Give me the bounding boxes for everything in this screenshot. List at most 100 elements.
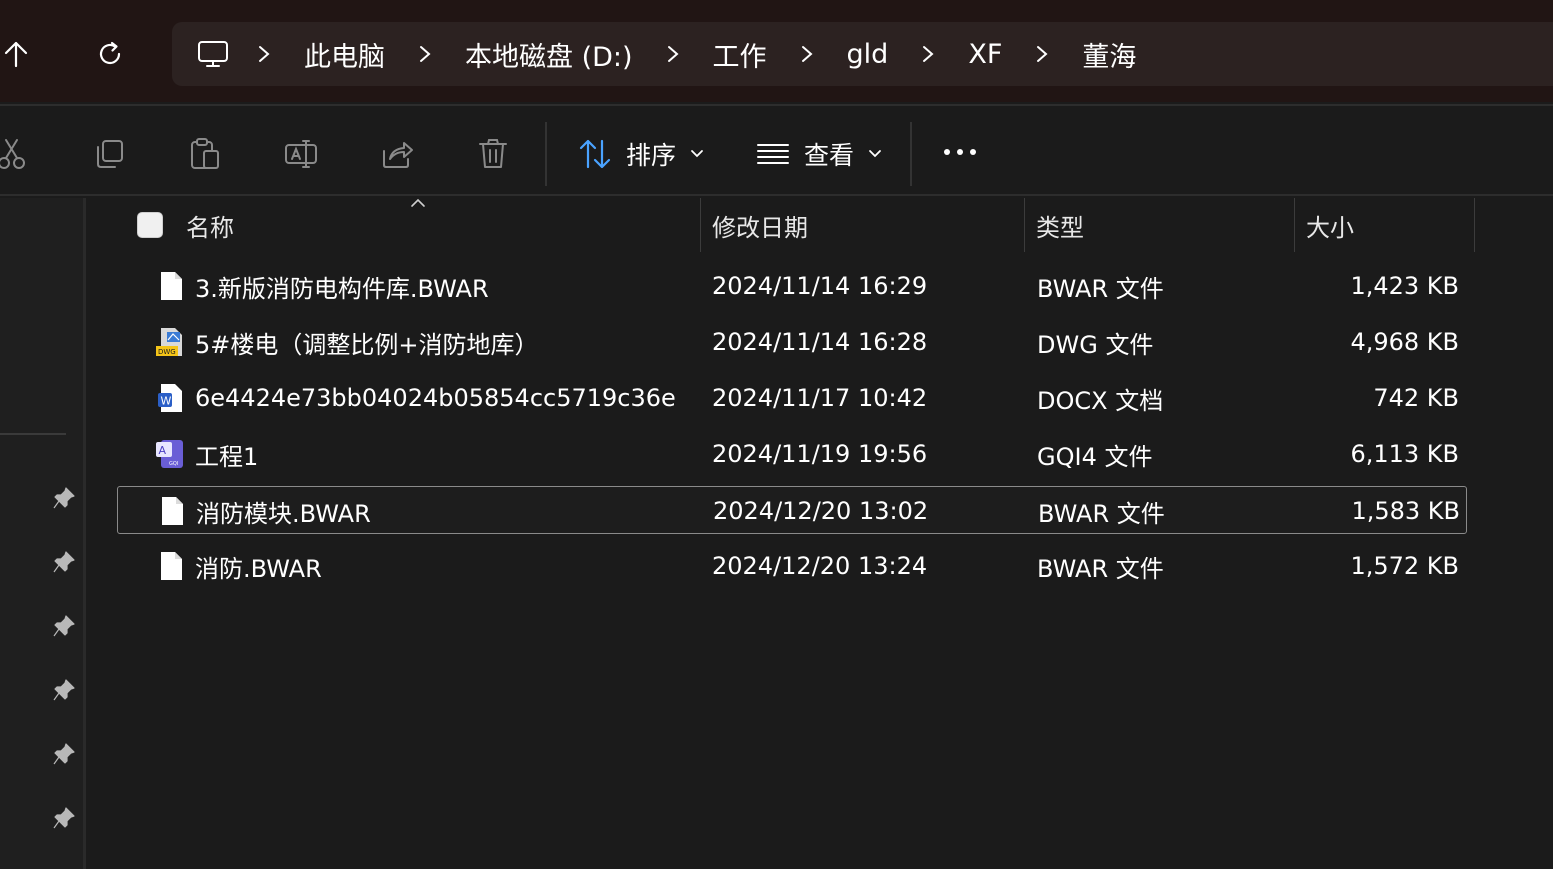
file-type: BWAR 文件 [1038,499,1165,528]
refresh-button[interactable] [86,30,134,78]
file-row[interactable]: 3.新版消防电构件库.BWAR 2024/11/14 16:29 BWAR 文件 1,… [117,262,1467,310]
file-modified: 2024/11/17 10:42 [712,384,928,412]
select-all-checkbox[interactable] [137,212,163,238]
view-label: 查看 [804,141,855,170]
file-type: BWAR 文件 [1037,274,1164,303]
sort-button[interactable]: 排序 [578,134,704,174]
toolbar-separator [910,122,912,186]
pin-icon[interactable] [50,548,78,576]
column-modified[interactable]: 修改日期 [712,198,808,252]
file-type: GQI4 文件 [1037,442,1153,471]
svg-text:DWG: DWG [158,348,176,356]
blank-file-icon [155,270,187,302]
file-modified: 2024/11/14 16:28 [712,328,928,356]
navigation-pane[interactable] [0,198,86,869]
file-row[interactable]: DWG 5#楼电（调整比例+消防地库） 2024/11/14 16:28 DWG 文件… [117,318,1467,366]
chevron-right-icon[interactable] [663,44,683,64]
delete-button[interactable] [475,136,511,172]
file-row[interactable]: 消防模块.BWAR 2024/12/20 13:02 BWAR 文件 1,583 KB [117,486,1467,534]
file-name: 5#楼电（调整比例+消防地库） [195,330,539,359]
file-name: 消防模块.BWAR [196,499,371,528]
file-row[interactable]: A GQI 工程1 2024/11/19 19:56 GQI4 文件 6,113 KB [117,430,1467,478]
navigation-bar: 此电脑 本地磁盘 (D:) 工作 gld XF 董海 [0,0,1553,102]
more-dot-icon [970,149,976,155]
pin-icon[interactable] [50,740,78,768]
pin-icon[interactable] [50,484,78,512]
toolbar-separator [545,122,547,186]
rename-button[interactable] [283,136,319,172]
file-modified: 2024/11/19 19:56 [712,440,928,468]
trash-icon [479,139,507,168]
breadcrumb-xf[interactable]: XF [962,39,1008,70]
blank-file-icon [155,550,187,582]
column-type[interactable]: 类型 [1036,198,1084,252]
column-divider[interactable] [1294,198,1295,252]
column-divider[interactable] [700,198,701,252]
file-type: BWAR 文件 [1037,554,1164,583]
up-button[interactable] [0,30,40,78]
file-modified: 2024/12/20 13:24 [712,552,928,580]
file-size: 742 KB [1373,384,1459,412]
breadcrumb-gld[interactable]: gld [841,39,895,70]
column-divider[interactable] [1024,198,1025,252]
file-name: 6e4424e73bb04024b05854cc5719c36e [195,384,676,412]
command-bar: 排序 查看 [0,104,1553,196]
chevron-down-icon [691,150,703,158]
file-size: 4,968 KB [1350,328,1459,356]
scissors-icon [0,139,25,169]
file-row[interactable]: 消防.BWAR 2024/12/20 13:24 BWAR 文件 1,572 KB [117,542,1467,590]
sort-ascending-icon [411,198,425,207]
pin-icon[interactable] [50,612,78,640]
file-modified: 2024/12/20 13:02 [713,497,929,525]
more-options-button[interactable] [940,138,980,166]
clipboard-icon [191,138,219,169]
gqi-file-icon: A GQI [155,438,187,470]
column-size[interactable]: 大小 [1306,198,1354,252]
file-size: 1,423 KB [1350,272,1459,300]
cut-button[interactable] [0,136,32,172]
chevron-right-icon[interactable] [254,44,274,64]
file-size: 1,583 KB [1351,497,1460,525]
pin-icon[interactable] [50,804,78,832]
refresh-icon [99,41,121,65]
rename-icon [285,140,317,168]
column-divider[interactable] [1474,198,1475,252]
chevron-right-icon[interactable] [415,44,435,64]
breadcrumb-this-pc[interactable]: 此电脑 [298,35,391,74]
file-row[interactable]: W 6e4424e73bb04024b05854cc5719c36e 2024/11… [117,374,1467,422]
share-button[interactable] [379,136,415,172]
copy-button[interactable] [91,136,127,172]
chevron-down-icon [869,150,881,158]
chevron-right-icon[interactable] [918,44,938,64]
copy-icon [97,140,123,168]
address-bar[interactable]: 此电脑 本地磁盘 (D:) 工作 gld XF 董海 [172,22,1553,86]
file-type: DOCX 文档 [1037,386,1164,415]
chevron-right-icon[interactable] [1032,44,1052,64]
column-name[interactable]: 名称 [186,198,234,252]
breadcrumb-local-disk[interactable]: 本地磁盘 (D:) [459,35,639,74]
file-type: DWG 文件 [1037,330,1154,359]
breadcrumb-work[interactable]: 工作 [707,35,773,74]
more-dot-icon [957,149,963,155]
arrow-up-icon [4,41,28,68]
svg-text:W: W [161,395,172,408]
pin-icon[interactable] [50,676,78,704]
more-dot-icon [944,149,950,155]
sort-icon [579,139,611,169]
svg-text:A: A [159,444,167,457]
sort-label: 排序 [626,141,677,170]
file-name: 工程1 [195,442,259,471]
file-name: 消防.BWAR [195,554,322,583]
nav-divider [0,433,66,435]
view-button[interactable]: 查看 [756,134,882,174]
svg-text:GQI: GQI [169,461,178,467]
file-size: 1,572 KB [1350,552,1459,580]
column-header: 名称 修改日期 类型 大小 [90,198,1553,252]
dwg-file-icon: DWG [155,326,187,358]
computer-icon[interactable] [196,37,230,71]
chevron-right-icon[interactable] [797,44,817,64]
paste-button[interactable] [187,136,223,172]
breadcrumb-current-folder[interactable]: 董海 [1076,35,1142,74]
file-size: 6,113 KB [1350,440,1459,468]
file-modified: 2024/11/14 16:29 [712,272,928,300]
